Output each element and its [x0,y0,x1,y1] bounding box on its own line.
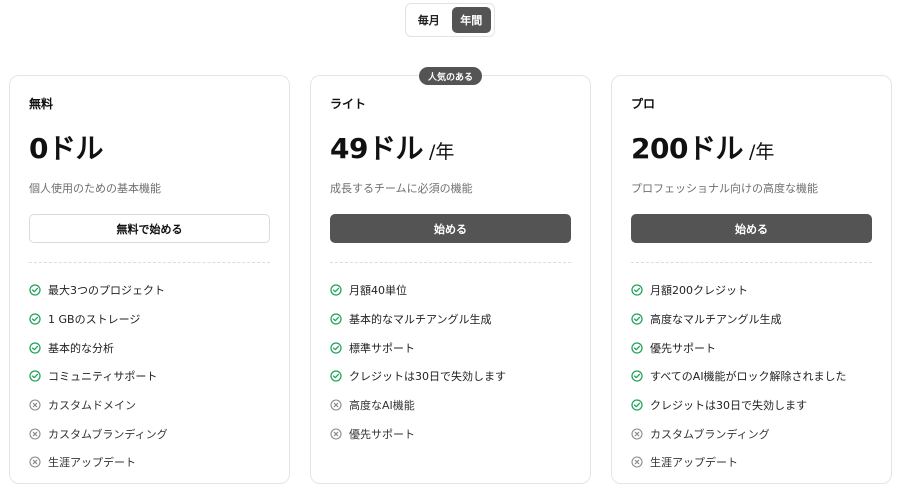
price-row: 0ドル [29,127,103,167]
popular-badge: 人気のある [419,67,482,85]
feature-label: 月額40単位 [349,284,407,298]
plan-card-free: 無料 0ドル 個人使用のための基本機能 無料で始める 最大3つのプロジェクト 1 … [9,75,290,484]
plan-name: プロ [631,97,656,111]
feature-label: カスタムブランディング [48,427,168,441]
x-circle-icon [330,428,342,440]
check-circle-icon [330,313,342,325]
feature-item: カスタムドメイン [29,391,168,420]
plan-price: 0ドル [29,132,103,165]
plan-period: /年 [748,141,775,163]
feature-list: 最大3つのプロジェクト 1 GBのストレージ 基本的な分析コミュニティサポート カスタ… [29,276,168,477]
feature-label: クレジットは30日で失効します [650,399,807,413]
start-pro-button[interactable]: 始める [631,214,872,243]
billing-toggle: 毎月 年間 [405,3,495,37]
feature-item: 優先サポート [330,419,506,448]
plan-card-pro: プロ 200ドル /年 プロフェッショナル向けの高度な機能 始める 月額200ク… [611,75,892,484]
check-circle-icon [631,370,643,383]
plan-price: 200ドル [631,132,743,165]
start-lite-button[interactable]: 始める [330,214,571,243]
feature-item: すべてのAI機能がロック解除されました [631,362,847,391]
feature-item: 基本的な分析 [29,333,168,362]
feature-label: 優先サポート [650,341,716,355]
billing-monthly-option[interactable]: 毎月 [409,7,449,33]
check-circle-icon [631,399,643,411]
plan-description: 個人使用のための基本機能 [29,182,161,195]
feature-label: コミュニティサポート [48,370,158,384]
feature-item: 優先サポート [631,333,847,362]
feature-label: クレジットは30日で失効します [349,370,506,384]
feature-item: 月額40単位 [330,276,506,305]
check-circle-icon [330,284,342,296]
feature-label: すべてのAI機能がロック解除されました [650,370,847,384]
plan-period: /年 [428,141,455,163]
feature-item: 月額200クレジット [631,276,847,305]
feature-item: 高度なAI機能 [330,391,506,420]
feature-label: 最大3つのプロジェクト [48,284,165,298]
x-circle-icon [29,399,41,411]
feature-label: 優先サポート [349,427,415,441]
divider [29,262,270,263]
feature-label: 基本的な分析 [48,341,114,355]
check-circle-icon [29,370,41,383]
x-circle-icon [631,428,643,440]
plan-card-lite: 人気のある ライト 49ドル /年 成長するチームに必須の機能 始める 月額40… [310,67,591,484]
divider [631,262,872,263]
feature-label: 月額200クレジット [650,284,748,298]
feature-label: カスタムブランディング [650,427,770,441]
feature-item: 高度なマルチアングル生成 [631,305,847,334]
check-circle-icon [29,284,41,296]
feature-label: カスタムドメイン [48,399,136,413]
billing-annual-option[interactable]: 年間 [451,7,491,33]
feature-label: 生涯アップデート [48,456,136,470]
x-circle-icon [631,456,643,469]
feature-list: 月額40単位基本的なマルチアングル生成 標準サポートクレジットは30日で失効します… [330,276,506,448]
feature-item: 基本的なマルチアングル生成 [330,305,506,334]
feature-label: 高度なマルチアングル生成 [650,313,782,327]
feature-item: コミュニティサポート [29,362,168,391]
check-circle-icon [330,342,342,354]
check-circle-icon [29,313,41,325]
feature-item: クレジットは30日で失効します [631,391,847,420]
plan-description: 成長するチームに必須の機能 [330,182,473,195]
feature-item: 最大3つのプロジェクト [29,276,168,305]
check-circle-icon [631,342,643,354]
feature-label: 高度なAI機能 [349,399,415,413]
feature-item: 標準サポート [330,333,506,362]
x-circle-icon [29,456,41,469]
divider [330,262,571,263]
feature-label: 生涯アップデート [650,456,738,470]
start-free-button[interactable]: 無料で始める [29,214,270,243]
feature-item: クレジットは30日で失効します [330,362,506,391]
check-circle-icon [631,284,643,296]
plan-name: 無料 [29,97,54,111]
price-row: 200ドル /年 [631,127,774,167]
check-circle-icon [631,313,643,325]
plan-description: プロフェッショナル向けの高度な機能 [631,182,818,195]
feature-label: 基本的なマルチアングル生成 [349,313,492,327]
check-circle-icon [29,342,41,354]
plan-name: ライト [330,97,367,111]
feature-item: 1 GBのストレージ [29,305,168,334]
feature-item: 生涯アップデート [631,448,847,477]
feature-item: カスタムブランディング [631,419,847,448]
feature-item: カスタムブランディング [29,419,168,448]
check-circle-icon [330,370,342,383]
feature-label: 1 GBのストレージ [48,313,141,327]
x-circle-icon [330,399,342,411]
plan-price: 49ドル [330,132,423,165]
feature-list: 月額200クレジット高度なマルチアングル生成 優先サポートすべてのAI機能がロック… [631,276,847,477]
feature-item: 生涯アップデート [29,448,168,477]
x-circle-icon [29,428,41,440]
feature-label: 標準サポート [349,341,415,355]
price-row: 49ドル /年 [330,127,454,167]
